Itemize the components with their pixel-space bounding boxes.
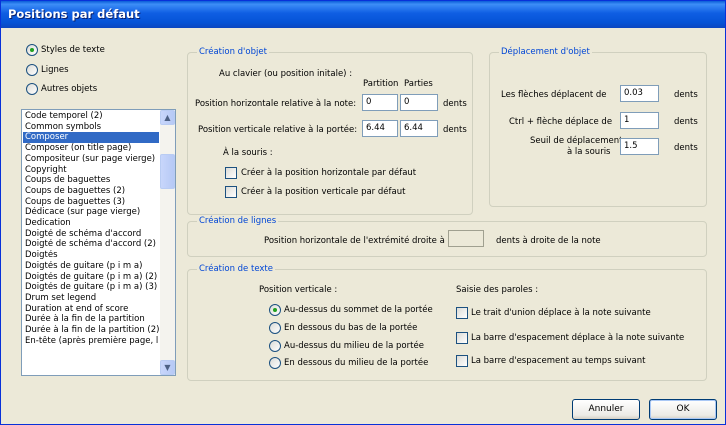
list-item[interactable]: Common symbols — [23, 122, 159, 133]
radio-label-above-staff-top: Au-dessus du sommet de la portée — [284, 305, 433, 315]
ctrl-move-unit: dents — [674, 117, 698, 127]
horiz-parties-input[interactable]: 0 — [400, 94, 438, 111]
radio-above-staff-middle[interactable] — [269, 340, 281, 352]
line-end-input[interactable] — [448, 230, 484, 247]
radio-autres-objets[interactable] — [26, 83, 38, 95]
list-item[interactable]: Dedication — [23, 218, 159, 229]
list-item[interactable]: Durée à la fin de la partition (2) — [23, 325, 159, 336]
col-header-parties: Parties — [404, 79, 433, 89]
checkbox-hyphen-next-note[interactable] — [456, 307, 468, 319]
radio-label-above-staff-middle: Au-dessus du milieu de la portée — [284, 341, 424, 351]
group-title-creation-lignes: Création de lignes — [197, 216, 279, 227]
scroll-down-icon[interactable]: ▼ — [160, 360, 175, 375]
keyboard-label: Au clavier (ou position initale) : — [219, 69, 353, 79]
horiz-position-label: Position horizontale relative à la note: — [195, 99, 357, 109]
list-item[interactable]: Compositeur (sur page vierge) — [23, 154, 159, 165]
radio-styles-de-texte[interactable] — [26, 44, 38, 56]
scroll-thumb[interactable] — [160, 154, 175, 189]
checkbox-label-create-vert-default: Créer à la position verticale par défaut — [241, 187, 406, 197]
checkbox-label-create-horiz-default: Créer à la position horizontale par défa… — [241, 168, 417, 178]
list-item[interactable]: Composer (on title page) — [23, 143, 159, 154]
vert-parties-input[interactable]: 6.44 — [400, 120, 438, 137]
list-item[interactable]: Coups de baguettes (3) — [23, 197, 159, 208]
arrows-move-input[interactable]: 0.03 — [620, 85, 659, 102]
window-title: Positions par défaut — [8, 7, 140, 21]
radio-label-lignes: Lignes — [41, 65, 69, 75]
group-deplacement-objet: Déplacement d'objet — [489, 47, 707, 207]
horiz-unit-label: dents — [443, 99, 467, 109]
list-item[interactable]: Doigtés — [23, 250, 159, 261]
threshold-label-line2: à la souris — [567, 147, 611, 157]
radio-label-below-staff-bottom: En dessous du bas de la portée — [284, 323, 418, 333]
list-item[interactable]: Coups de baguettes (2) — [23, 186, 159, 197]
list-item[interactable]: En-tête (après première page, l — [23, 336, 159, 347]
mouse-label: À la souris : — [223, 148, 273, 158]
arrows-move-unit: dents — [674, 90, 698, 100]
list-item[interactable]: Code temporel (2) — [23, 111, 159, 122]
list-item[interactable]: Doigtés de guitare (p i m a) — [23, 261, 159, 272]
checkbox-label-space-next-beat: La barre d'espacement au temps suivant — [471, 356, 646, 366]
radio-lignes[interactable] — [26, 64, 38, 76]
vert-unit-label: dents — [443, 125, 467, 135]
list-item[interactable]: Doigtés de guitare (p i m a) (3) — [23, 282, 159, 293]
list-item[interactable]: Duration at end of score — [23, 304, 159, 315]
ctrl-move-label: Ctrl + flèche déplace de — [509, 117, 613, 127]
checkbox-label-hyphen-next-note: Le trait d'union déplace à la note suiva… — [471, 308, 651, 318]
vert-position-label: Position verticale relative à la portée: — [198, 125, 358, 135]
cancel-button[interactable]: Annuler — [572, 399, 640, 420]
list-item[interactable]: Dédicace (sur page vierge) — [23, 207, 159, 218]
threshold-input[interactable]: 1.5 — [620, 138, 659, 155]
lyrics-entry-label: Saisie des paroles : — [456, 285, 539, 295]
radio-below-staff-middle[interactable] — [269, 357, 281, 369]
list-item[interactable]: Drum set legend — [23, 293, 159, 304]
checkbox-space-next-beat[interactable] — [456, 355, 468, 367]
dialog-window: Positions par défaut Styles de texte Lig… — [0, 0, 726, 425]
list-item-selected[interactable]: Composer — [23, 132, 159, 144]
list-item[interactable]: Doigté de schéma d'accord (2) — [23, 239, 159, 250]
list-item[interactable]: Doigté de schéma d'accord — [23, 229, 159, 240]
title-bar[interactable]: Positions par défaut — [1, 1, 725, 28]
list-item[interactable]: Copyright — [23, 165, 159, 176]
group-title-creation-texte: Création de texte — [197, 264, 275, 275]
checkbox-space-next-note[interactable] — [456, 332, 468, 344]
list-item[interactable]: Coups de baguettes — [23, 175, 159, 186]
vert-partition-input[interactable]: 6.44 — [362, 120, 398, 137]
radio-label-styles-de-texte: Styles de texte — [41, 45, 105, 55]
ctrl-move-input[interactable]: 1 — [620, 112, 659, 129]
col-header-partition: Partition — [363, 79, 399, 89]
radio-label-autres-objets: Autres objets — [41, 84, 98, 94]
group-title-deplacement-objet: Déplacement d'objet — [499, 47, 592, 58]
styles-listbox[interactable]: Code temporel (2) Common symbols Compose… — [21, 109, 176, 376]
radio-above-staff-top[interactable] — [269, 304, 281, 316]
arrows-move-label: Les flèches déplacent de — [501, 90, 607, 100]
list-item[interactable]: Doigtés de guitare (p i m a) (2) — [23, 272, 159, 283]
group-title-creation-objet: Création d'objet — [197, 47, 269, 58]
line-end-label: Position horizontale de l'extrémité droi… — [264, 236, 445, 246]
vertical-position-label: Position verticale : — [259, 285, 338, 295]
list-scrollbar[interactable]: ▲ ▼ — [160, 110, 175, 375]
checkbox-create-vert-default[interactable] — [225, 186, 237, 198]
radio-label-below-staff-middle: En dessous du milieu de la portée — [284, 358, 429, 368]
checkbox-label-space-next-note: La barre d'espacement déplace à la note … — [471, 333, 685, 343]
horiz-partition-input[interactable]: 0 — [362, 94, 398, 111]
threshold-label-line1: Seuil de déplacement — [530, 136, 623, 146]
radio-below-staff-bottom[interactable] — [269, 322, 281, 334]
threshold-unit: dents — [674, 143, 698, 153]
list-item[interactable]: Durée à la fin de la partition — [23, 314, 159, 325]
scroll-up-icon[interactable]: ▲ — [160, 110, 175, 125]
line-end-suffix: dents à droite de la note — [496, 236, 601, 246]
ok-button[interactable]: OK — [649, 399, 717, 420]
checkbox-create-horiz-default[interactable] — [225, 167, 237, 179]
